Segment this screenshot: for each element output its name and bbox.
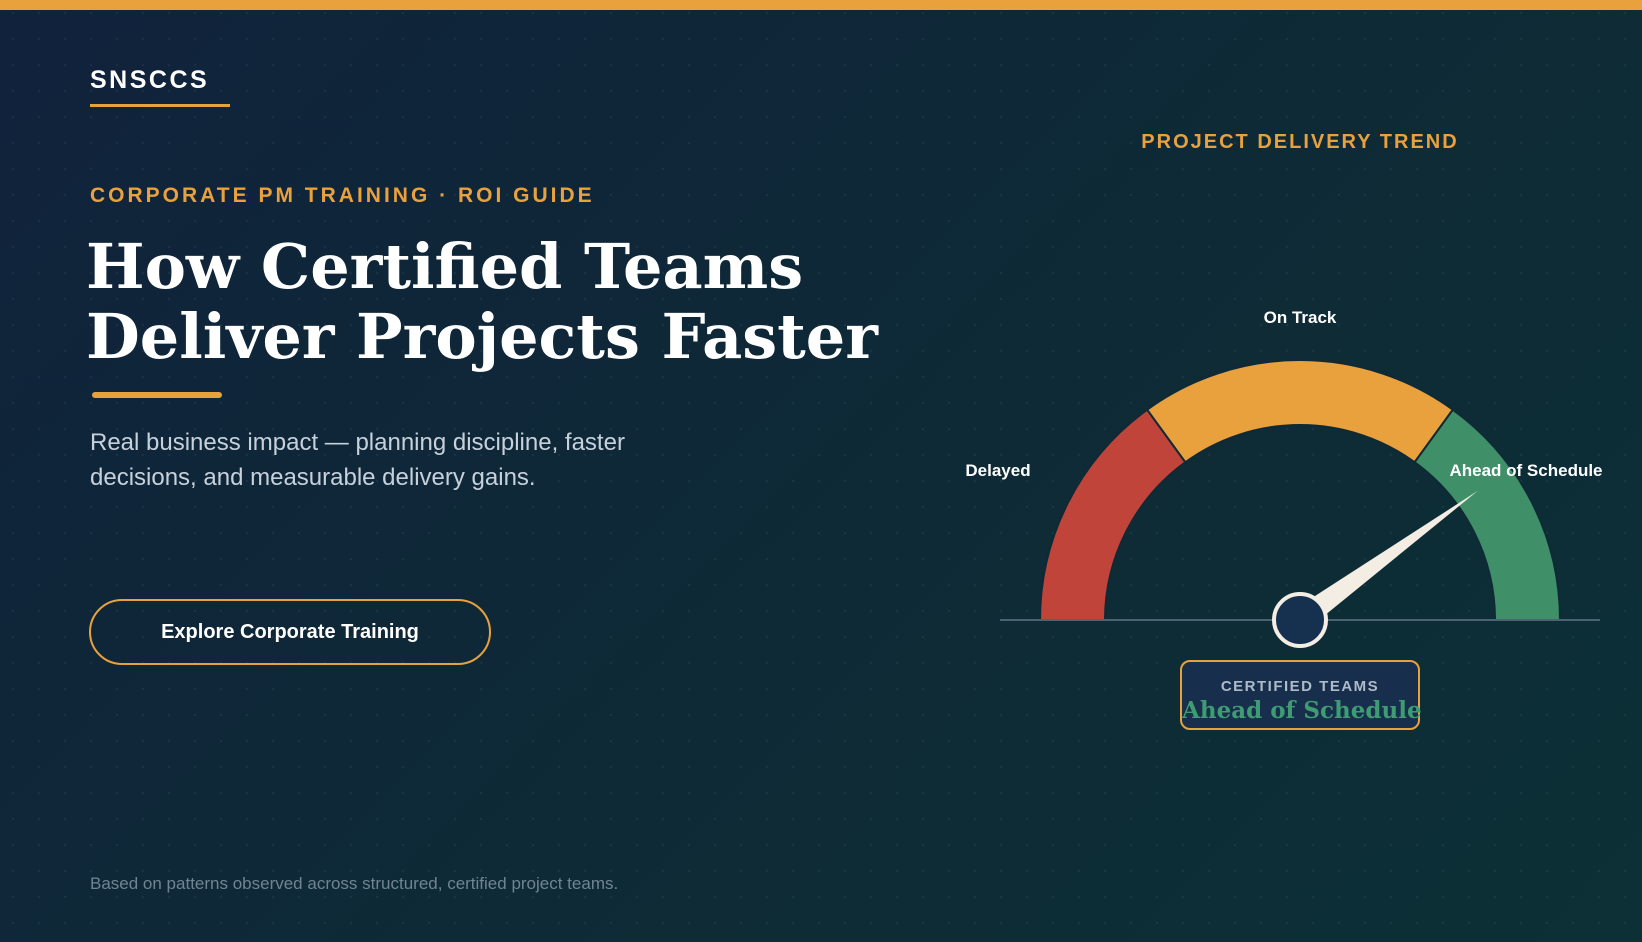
zone-label-delayed: Delayed [965,461,1030,480]
gauge-zone-on-track [1145,359,1455,464]
hero-eyebrow: CORPORATE PM TRAINING · ROI GUIDE [90,184,595,207]
explore-training-button[interactable]: Explore Corporate Training [89,599,491,665]
headline-line-1: How Certified Teams [86,230,804,303]
headline-accent-rule [92,392,222,398]
headline-line-2: Deliver Projects Faster [86,300,878,373]
gauge-readout: CERTIFIED TEAMS Ahead of Schedule [1180,660,1422,730]
readout-label: CERTIFIED TEAMS [1220,678,1380,695]
gauge-zone-delayed [1038,408,1187,621]
zone-label-on-track: On Track [1264,308,1337,327]
brand-logo[interactable]: SNSCCS [90,66,209,95]
gauge-needle-hub [1272,592,1328,648]
hero-headline: How Certified Teams Deliver Projects Fas… [86,232,946,372]
footnote: Based on patterns observed across struct… [90,874,619,893]
top-accent-bar [0,0,1642,10]
zone-label-ahead: Ahead of Schedule [1449,461,1602,480]
gauge-zone-ahead [1413,408,1562,621]
hero-subtext: Real business impact — planning discipli… [90,429,625,491]
gauge-title: PROJECT DELIVERY TREND [1141,131,1459,153]
readout-value: Ahead of Schedule [1182,697,1422,724]
brand-underline [90,104,230,107]
